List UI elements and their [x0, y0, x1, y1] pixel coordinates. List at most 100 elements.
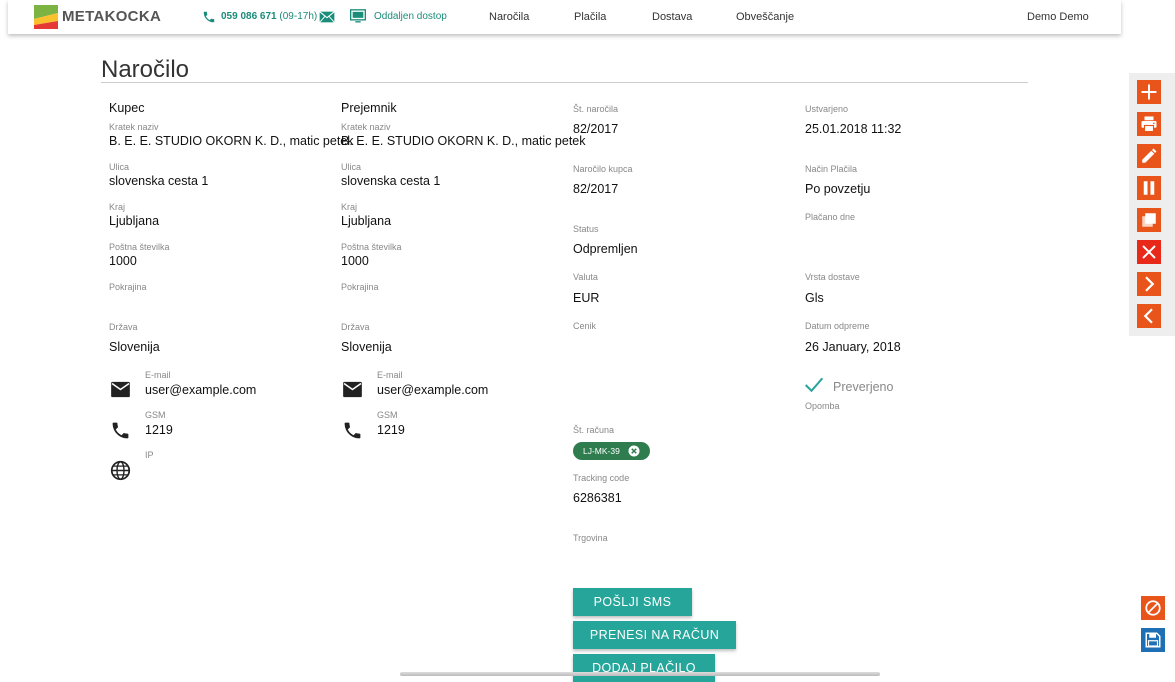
- chevron-left-icon: [1143, 308, 1153, 324]
- buyer-street-label: Ulica: [109, 162, 130, 172]
- receiver-email[interactable]: user@example.com: [377, 383, 488, 397]
- buyer-short-name-label: Kratek naziv: [109, 122, 159, 132]
- status-label: Status: [573, 224, 599, 234]
- phone-number[interactable]: 059 086 671 (09-17h): [221, 11, 317, 22]
- remote-access-link[interactable]: Oddaljen dostop: [374, 11, 447, 22]
- delete-button[interactable]: [1137, 240, 1161, 264]
- created-value: 25.01.2018 11:32: [805, 122, 902, 136]
- store-label: Trgovina: [573, 533, 608, 543]
- nav-orders[interactable]: Naročila: [489, 11, 529, 23]
- tracking-code[interactable]: 6286381: [573, 491, 622, 505]
- buyer-email[interactable]: user@example.com: [145, 383, 256, 397]
- buyer-street: slovenska cesta 1: [109, 174, 209, 188]
- top-bar: METAKOCKA 059 086 671 (09-17h) Oddaljen …: [8, 0, 1121, 34]
- pause-icon: [1143, 181, 1155, 195]
- logo-text: METAKOCKA: [62, 8, 162, 25]
- check-icon[interactable]: [804, 376, 824, 394]
- currency-label: Valuta: [573, 272, 598, 282]
- chevron-right-icon: [1145, 276, 1155, 292]
- printer-icon: [1141, 116, 1157, 133]
- tracking-label: Tracking code: [573, 473, 630, 483]
- buyer-email-label: E-mail: [145, 370, 171, 380]
- pricelist-label: Cenik: [573, 321, 597, 331]
- phone-icon: [112, 422, 129, 439]
- copy-icon: [1142, 213, 1156, 227]
- send-sms-button[interactable]: POŠLJI SMS: [573, 588, 692, 616]
- add-button[interactable]: [1137, 80, 1161, 104]
- receiver-city: Ljubljana: [341, 214, 392, 228]
- verified-label[interactable]: Preverjeno: [833, 380, 893, 394]
- page-title: Naročilo: [101, 56, 190, 83]
- floppy-disk-icon: [1145, 632, 1161, 648]
- monitor-icon[interactable]: [350, 9, 366, 24]
- nav-delivery[interactable]: Dostava: [652, 11, 692, 23]
- order-number-label: Št. naročila: [573, 104, 619, 114]
- order-number: 82/2017: [573, 122, 619, 136]
- created-label: Ustvarjeno: [805, 104, 849, 114]
- buyer-region-label: Pokrajina: [109, 282, 147, 292]
- phone-icon: [203, 11, 215, 23]
- cancel-button[interactable]: [1141, 596, 1165, 620]
- buyer-country-label: Država: [109, 322, 138, 332]
- buyer-gsm[interactable]: 1219: [145, 423, 173, 437]
- remove-chip-icon[interactable]: [628, 445, 640, 457]
- nav-notifications[interactable]: Obveščanje: [736, 11, 794, 23]
- customer-order-label: Naročilo kupca: [573, 164, 633, 174]
- receiver-gsm[interactable]: 1219: [377, 423, 405, 437]
- dispatch-date-label: Datum odpreme: [805, 321, 870, 331]
- add-payment-button[interactable]: DODAJ PLAČILO: [573, 654, 715, 682]
- buyer-header: Kupec: [109, 101, 145, 115]
- previous-button[interactable]: [1137, 304, 1161, 328]
- invoice-chip-label: LJ-MK-39: [583, 446, 620, 456]
- edit-button[interactable]: [1137, 144, 1161, 168]
- buyer-city: Ljubljana: [109, 214, 160, 228]
- receiver-header: Prejemnik: [341, 101, 397, 115]
- save-button[interactable]: [1141, 628, 1165, 652]
- receiver-street: slovenska cesta 1: [341, 174, 441, 188]
- metakocka-logo[interactable]: [34, 5, 58, 29]
- receiver-postal: 1000: [341, 254, 369, 268]
- receiver-street-label: Ulica: [341, 162, 362, 172]
- pencil-icon: [1142, 148, 1157, 163]
- next-button[interactable]: [1137, 272, 1161, 296]
- buyer-postal: 1000: [109, 254, 137, 268]
- invoice-chip[interactable]: LJ-MK-39: [573, 442, 650, 460]
- nav-payments[interactable]: Plačila: [574, 11, 606, 23]
- delivery-type: Gls: [805, 291, 824, 305]
- receiver-country-label: Država: [341, 322, 370, 332]
- email-icon: [111, 381, 130, 398]
- receiver-postal-label: Poštna številka: [341, 242, 402, 252]
- receiver-city-label: Kraj: [341, 202, 358, 212]
- block-icon: [1145, 600, 1161, 616]
- payment-method-label: Način Plačila: [805, 164, 858, 174]
- receiver-gsm-label: GSM: [377, 410, 398, 420]
- receiver-short-name-label: Kratek naziv: [341, 122, 391, 132]
- receiver-email-label: E-mail: [377, 370, 403, 380]
- paid-on-label: Plačano dne: [805, 212, 856, 222]
- customer-order: 82/2017: [573, 182, 619, 196]
- receiver-country: Slovenija: [341, 340, 392, 354]
- delivery-type-label: Vrsta dostave: [805, 272, 860, 282]
- plus-icon: [1141, 84, 1157, 100]
- copy-button[interactable]: [1137, 208, 1161, 232]
- payment-method: Po povzetju: [805, 182, 871, 196]
- currency-value: EUR: [573, 291, 600, 305]
- invoice-label: Št. računa: [573, 425, 615, 435]
- globe-icon: [110, 460, 131, 481]
- pause-button[interactable]: [1137, 176, 1161, 200]
- dispatch-date: 26 January, 2018: [805, 340, 901, 354]
- transfer-to-invoice-button[interactable]: PRENESI NA RAČUN: [573, 621, 736, 649]
- status-value: Odpremljen: [573, 242, 638, 256]
- email-icon[interactable]: [319, 10, 335, 24]
- buyer-country: Slovenija: [109, 340, 160, 354]
- user-menu[interactable]: Demo Demo: [1027, 11, 1089, 23]
- close-icon: [1142, 245, 1156, 259]
- receiver-short-name: B. E. E. STUDIO OKORN K. D., matic petek: [341, 134, 586, 148]
- note-label: Opomba: [805, 401, 840, 411]
- print-button[interactable]: [1137, 112, 1161, 136]
- phone-icon: [344, 422, 361, 439]
- title-divider: [101, 82, 1028, 83]
- buyer-gsm-label: GSM: [145, 410, 166, 420]
- buyer-postal-label: Poštna številka: [109, 242, 170, 252]
- bottom-scroll-shadow: [400, 672, 880, 676]
